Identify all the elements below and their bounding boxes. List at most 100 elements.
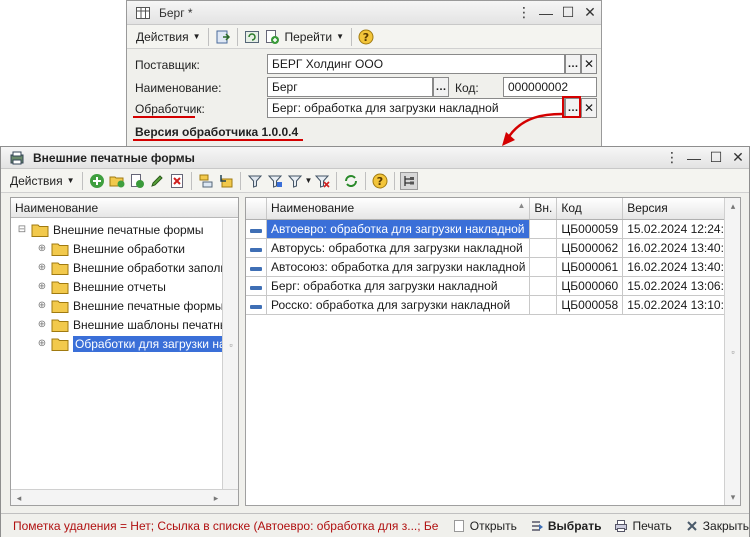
row-name: Автосоюз: обработка для загрузки накладн… <box>266 257 531 277</box>
supplier-clear-button[interactable]: ✕ <box>581 54 597 74</box>
minimize-icon[interactable]: — <box>535 2 557 24</box>
tree-item-fill-processing[interactable]: ⊕ Внешние обработки заполне <box>37 258 234 277</box>
list-vertical-scrollbar[interactable]: ▴ ▫ ▾ <box>724 198 740 505</box>
row-name: Берг: обработка для загрузки накладной <box>266 276 531 296</box>
folder-icon <box>51 262 69 275</box>
table-row[interactable]: Росско: обработка для загрузки накладной… <box>246 295 740 315</box>
table-row[interactable]: Берг: обработка для загрузки накладной Ц… <box>246 276 740 296</box>
close-button[interactable]: Закрыть <box>682 517 749 535</box>
filter-history-dropdown[interactable]: ▼ <box>305 171 313 191</box>
select-icon <box>528 517 546 535</box>
external-forms-icon <box>8 149 26 167</box>
open-button[interactable]: Открыть <box>449 517 517 535</box>
tree-item-external-print-forms[interactable]: ⊕ Внешние печатные формы <box>37 296 224 315</box>
close-label: Закрыть <box>702 518 749 533</box>
expand-icon[interactable]: ⊕ <box>37 319 47 330</box>
close-icon[interactable]: ✕ <box>579 2 601 24</box>
expand-icon[interactable]: ⊕ <box>37 243 47 254</box>
tree-item-invoice-loading[interactable]: ⊕ Обработки для загрузки накл <box>37 334 238 353</box>
tree-item-label: Внешние печатные формы <box>73 298 224 313</box>
more-icon[interactable]: ⋮ <box>513 2 535 24</box>
collapse-icon[interactable]: ⊟ <box>17 224 27 235</box>
select-label: Выбрать <box>547 518 602 533</box>
tree-column-header[interactable]: Наименование <box>11 198 238 218</box>
status-bar: Пометка удаления = Нет; Ссылка в списке … <box>1 513 749 537</box>
scroll-marker-icon: ▫ <box>229 340 233 350</box>
expand-icon[interactable]: ⊕ <box>37 262 47 273</box>
supplier-select-button[interactable]: … <box>565 54 581 74</box>
tree-item-label: Внешние обработки заполне <box>73 260 234 275</box>
table-row[interactable]: Авторусь: обработка для загрузки накладн… <box>246 238 740 258</box>
clear-filter-icon[interactable] <box>313 172 331 190</box>
maximize-icon[interactable]: ☐ <box>557 2 579 24</box>
row-name: Автоевро: обработка для загрузки накладн… <box>266 219 531 239</box>
scroll-down-icon[interactable]: ▾ <box>725 489 740 505</box>
goto-menu-button[interactable]: Перейти ▼ <box>282 27 347 47</box>
scroll-up-icon[interactable]: ▴ <box>725 198 740 214</box>
tree-vertical-scrollbar[interactable]: ▫ <box>222 219 238 489</box>
maximize-icon[interactable]: ☐ <box>705 147 727 169</box>
row-vn <box>529 257 558 277</box>
code-input[interactable]: 000000002 <box>503 77 597 97</box>
tree-item-print-templates[interactable]: ⊕ Внешние шаблоны печатных ( <box>37 315 239 334</box>
save-close-icon[interactable] <box>214 28 232 46</box>
row-vn <box>529 276 558 296</box>
tree-item-label: Внешние шаблоны печатных ( <box>73 317 239 332</box>
filter-history-icon[interactable] <box>286 172 304 190</box>
name-input[interactable]: Берг <box>267 77 433 97</box>
add-copy-icon[interactable] <box>263 28 281 46</box>
hierarchy-icon[interactable] <box>197 172 215 190</box>
tree-horizontal-scrollbar[interactable]: ◂ ▸ <box>11 489 238 505</box>
tree-item-external-reports[interactable]: ⊕ Внешние отчеты <box>37 277 166 296</box>
element-form-toolbar: Действия ▼ Перейти ▼ ? <box>127 25 601 49</box>
help-icon[interactable]: ? <box>371 172 389 190</box>
tree-item-external-processing[interactable]: ⊕ Внешние обработки <box>37 239 185 258</box>
supplier-input[interactable]: БЕРГ Холдинг ООО <box>267 54 565 74</box>
mark-column-header[interactable] <box>246 198 267 220</box>
sort-ascending-icon: ▲ <box>517 201 526 211</box>
refresh-icon[interactable] <box>342 172 360 190</box>
table-row[interactable]: Автоевро: обработка для загрузки накладн… <box>246 219 740 239</box>
add-folder-icon[interactable] <box>108 172 126 190</box>
more-icon[interactable]: ⋮ <box>661 147 683 169</box>
close-icon[interactable]: ✕ <box>727 147 749 169</box>
refresh-icon[interactable] <box>243 28 261 46</box>
delete-mark-icon[interactable] <box>168 172 186 190</box>
scroll-right-icon[interactable]: ▸ <box>208 490 224 505</box>
forms-list-panel: Наименование ▲ Вн. Код Версия Автоевро: … <box>245 197 741 506</box>
status-text: Пометка удаления = Нет; Ссылка в списке … <box>13 518 439 533</box>
handler-clear-button[interactable]: ✕ <box>581 98 597 118</box>
table-row[interactable]: Автосоюз: обработка для загрузки накладн… <box>246 257 740 277</box>
tree-root[interactable]: ⊟ Внешние печатные формы <box>17 220 204 239</box>
print-button[interactable]: Печать <box>611 517 672 535</box>
add-icon[interactable] <box>88 172 106 190</box>
row-code: ЦБ000058 <box>556 295 624 315</box>
code-column-header[interactable]: Код <box>556 198 624 220</box>
actions-menu-button[interactable]: Действия ▼ <box>7 171 78 191</box>
actions-menu-button[interactable]: Действия ▼ <box>133 27 204 47</box>
row-vn <box>529 238 558 258</box>
help-icon[interactable]: ? <box>357 28 375 46</box>
minimize-icon[interactable]: — <box>683 147 705 169</box>
tree-item-label: Внешние обработки <box>73 241 185 256</box>
groups-tree-panel: Наименование ⊟ Внешние печатные формы ⊕ … <box>10 197 239 506</box>
row-vn <box>529 219 558 239</box>
filter-by-value-icon[interactable] <box>266 172 284 190</box>
move-to-group-icon[interactable] <box>217 172 235 190</box>
tree-view-toggle-icon[interactable] <box>400 171 419 190</box>
edit-icon[interactable] <box>148 172 166 190</box>
filter-icon[interactable] <box>246 172 264 190</box>
name-select-button[interactable]: … <box>433 77 449 97</box>
expand-icon[interactable]: ⊕ <box>37 281 47 292</box>
forms-table: Наименование ▲ Вн. Код Версия Автоевро: … <box>246 198 740 315</box>
row-code: ЦБ000062 <box>556 238 624 258</box>
handler-version-text: Версия обработчика 1.0.0.4 <box>135 125 299 139</box>
select-button[interactable]: Выбрать <box>527 517 602 535</box>
expand-icon[interactable]: ⊕ <box>37 300 47 311</box>
copy-icon[interactable] <box>128 172 146 190</box>
vn-column-header[interactable]: Вн. <box>529 198 558 220</box>
expand-icon[interactable]: ⊕ <box>37 338 47 349</box>
name-column-header[interactable]: Наименование ▲ <box>266 198 531 220</box>
scroll-left-icon[interactable]: ◂ <box>11 490 27 505</box>
handler-label: Обработчик: <box>135 102 205 116</box>
